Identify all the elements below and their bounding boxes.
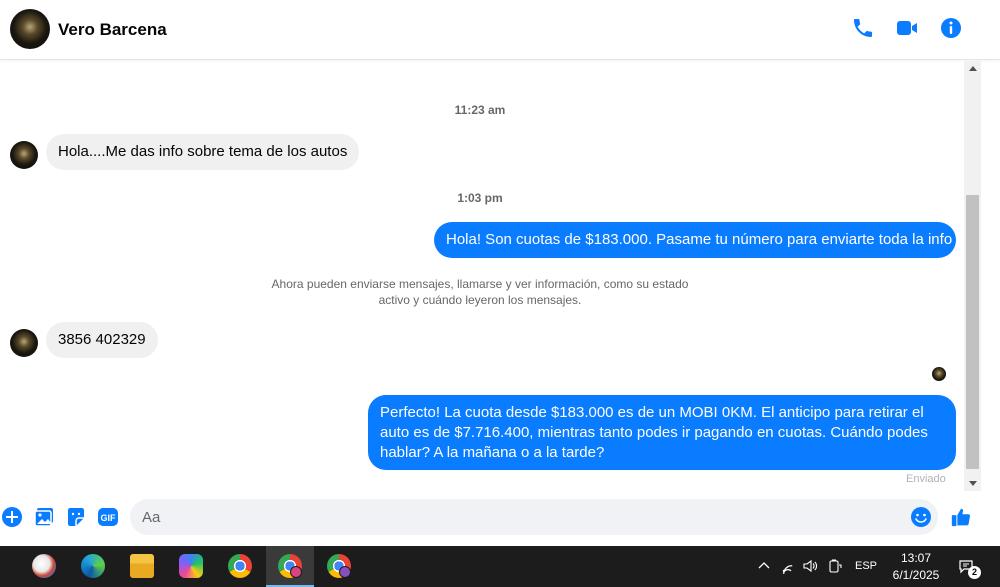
profile-badge [339,566,351,578]
file-explorer[interactable] [118,546,166,587]
info-icon[interactable] [939,16,963,40]
chrome-profile-2[interactable] [315,546,363,587]
svg-text:GIF: GIF [101,513,117,523]
edge-icon [81,554,105,578]
notification-badge: 2 [968,566,981,579]
folder-icon [130,554,154,578]
scrollbar[interactable] [964,61,981,491]
incoming-message: Hola....Me das info sobre tema de los au… [46,134,360,170]
chrome-browser[interactable] [216,546,264,587]
timestamp: 1:03 pm [457,191,503,205]
gif-icon[interactable]: GIF [97,506,119,528]
chrome-profile-c[interactable] [266,546,314,587]
profile-badge [290,566,302,578]
contact-avatar-small[interactable] [10,329,38,357]
privacy-notice: Ahora pueden enviarse mensajes, llamarse… [271,277,689,307]
chevron-up-icon[interactable] [756,558,772,574]
paint-app[interactable] [20,546,68,587]
scroll-down-arrow[interactable] [964,474,981,491]
sticker-icon[interactable] [65,506,87,528]
windows-taskbar: ESP 13:07 6/1/2025 2 [0,546,1000,587]
contact-name[interactable]: Vero Barcena [58,20,167,40]
copilot-app[interactable] [167,546,215,587]
clock-time[interactable]: 13:07 [891,551,941,565]
battery-icon[interactable] [827,558,843,574]
timestamp: 11:23 am [454,103,506,117]
scroll-thumb[interactable] [966,195,979,469]
outgoing-message: Perfecto! La cuota desde $183.000 es de … [368,395,956,470]
language-indicator[interactable]: ESP [855,560,877,572]
chrome-icon [228,554,252,578]
thumbs-up-icon[interactable] [950,506,974,530]
message-input[interactable] [130,499,938,535]
plus-icon[interactable] [1,506,23,528]
read-receipt-avatar [932,367,946,381]
volume-icon[interactable] [802,558,818,574]
incoming-message: 3856 402329 [46,322,158,358]
messenger-window: Vero Barcena 11:23 am Hola....Me das inf… [0,0,1000,587]
phone-icon[interactable] [851,16,875,40]
wifi-icon[interactable] [780,558,796,574]
image-icon[interactable] [33,506,55,528]
composer-bar: GIF [0,492,1000,542]
edge-browser[interactable] [69,546,117,587]
scroll-up-arrow[interactable] [964,61,981,78]
sent-status: Enviado [906,473,946,485]
contact-avatar-small[interactable] [10,141,38,169]
clock-date[interactable]: 6/1/2025 [888,568,944,582]
video-camera-icon[interactable] [895,16,919,40]
contact-avatar[interactable] [10,9,50,49]
chat-header: Vero Barcena [0,0,1000,60]
paint-icon [32,554,56,578]
emoji-icon[interactable] [910,506,932,528]
outgoing-message: Hola! Son cuotas de $183.000. Pasame tu … [434,222,956,258]
copilot-icon [179,554,203,578]
